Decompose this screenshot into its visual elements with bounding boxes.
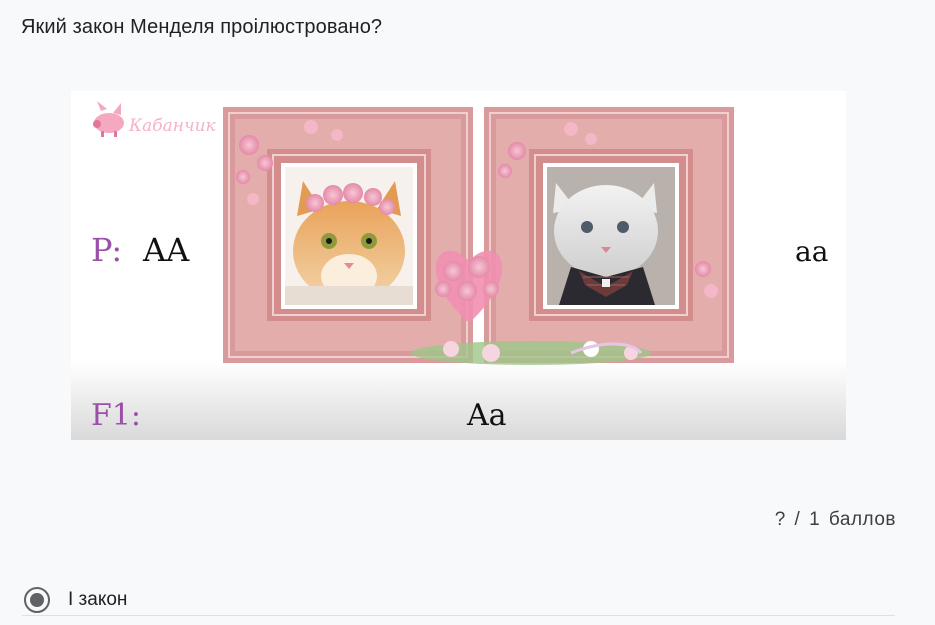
watermark-text: Кабанчик [128, 116, 217, 136]
radio-button[interactable] [24, 587, 50, 613]
left-photo-frame [223, 107, 473, 363]
score-label: ? / 1 баллов [774, 509, 896, 530]
white-cat-image [547, 167, 675, 305]
parent-left-genotype: AA [142, 231, 190, 269]
question-image: Кабанчик P: AA aa F1: Aa [71, 91, 846, 440]
question-title: Який закон Менделя проілюстровано? [21, 16, 383, 38]
radio-selected-dot [30, 593, 44, 607]
genetics-illustration: Кабанчик P: AA aa F1: Aa [71, 101, 846, 440]
orange-cat-image [285, 167, 413, 305]
parent-right-genotype: aa [795, 235, 828, 268]
parent-label: P: [91, 231, 122, 269]
offspring-genotype: Aa [466, 398, 507, 433]
offspring-label: F1: [91, 398, 141, 433]
pig-logo-icon [93, 101, 124, 137]
option-label: І закон [68, 589, 128, 610]
answer-option[interactable]: І закон [22, 585, 895, 616]
